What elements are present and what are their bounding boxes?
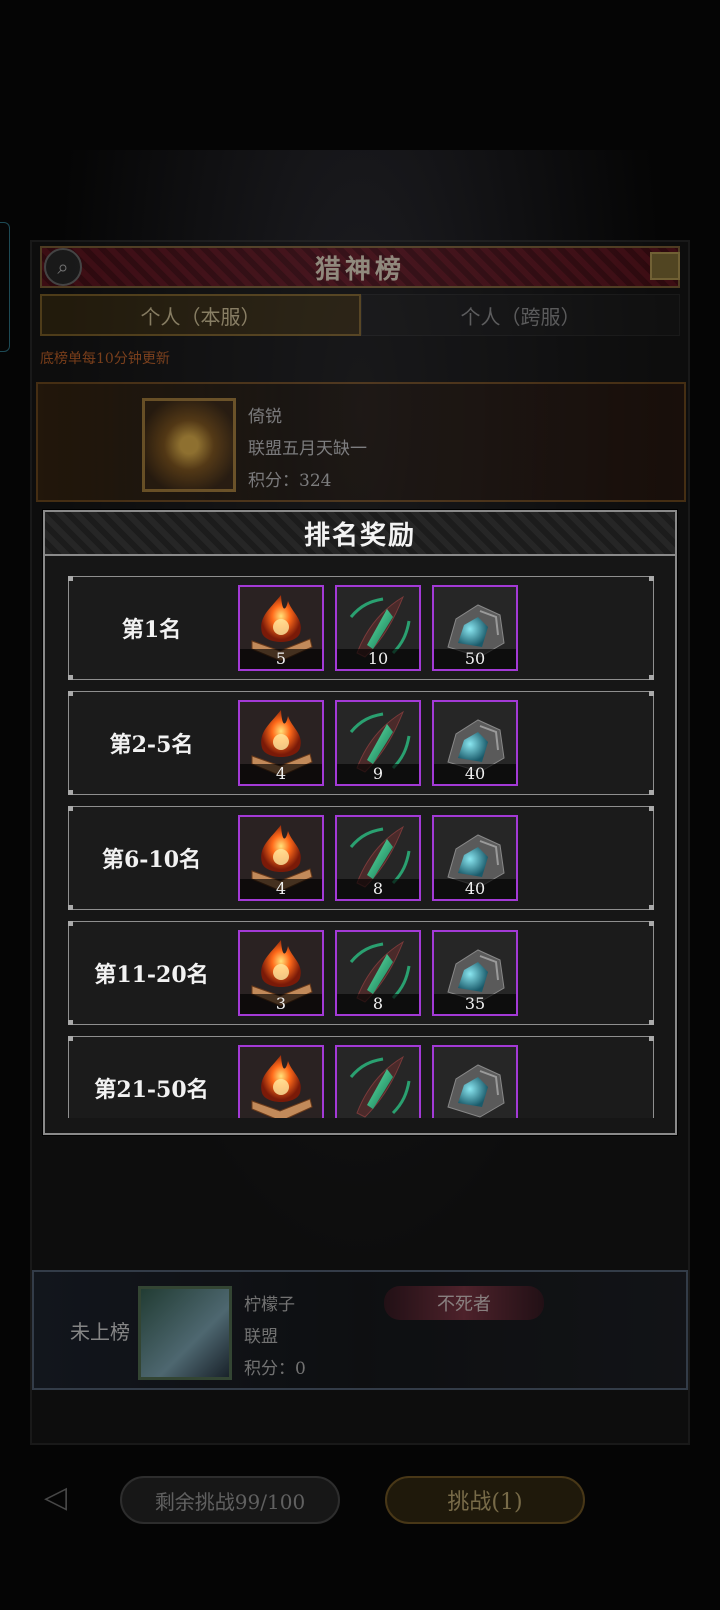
avatar bbox=[138, 1286, 232, 1380]
my-rank-entry[interactable]: 未上榜 柠檬子 联盟 积分：0 不死者 bbox=[32, 1270, 688, 1390]
row-corner-ornament bbox=[649, 1036, 654, 1041]
reward-item[interactable]: 40 bbox=[432, 700, 518, 786]
remaining-challenges-button[interactable]: 剩余挑战99/100 bbox=[120, 1476, 340, 1524]
reward-list[interactable]: 第1名 5 10 50 第2-5名 4 9 40 第6-10名 4 8 40 第11-20名 3 8 35 第2… bbox=[68, 576, 654, 1118]
ranking-reward-modal: 排名奖励 第1名 5 10 50 第2-5名 4 9 40 第6-10名 4 8 40 第11-20名 3… bbox=[43, 510, 677, 1135]
rank-label: 第1名 bbox=[121, 617, 182, 643]
item-quantity: 3 bbox=[240, 994, 322, 1014]
tab-cross-server[interactable]: 个人（跨服） bbox=[361, 294, 680, 336]
rank-label: 第6-10名 bbox=[101, 847, 202, 873]
leaderboard-top-entry[interactable]: 倚锐 联盟五月天缺一 积分：324 bbox=[36, 382, 686, 502]
entry-guild: 联盟五月天缺一 bbox=[248, 439, 367, 459]
rank-label: 第2-5名 bbox=[109, 732, 194, 758]
reward-items bbox=[238, 1045, 518, 1118]
reward-item[interactable]: 10 bbox=[335, 585, 421, 671]
side-tab-handle[interactable] bbox=[0, 222, 10, 352]
reward-items: 4 8 40 bbox=[238, 815, 518, 901]
rank-label: 第21-50名 bbox=[94, 1077, 209, 1103]
reward-item[interactable]: 4 bbox=[238, 700, 324, 786]
honor-badge: 不死者 bbox=[384, 1286, 544, 1320]
item-quantity: 35 bbox=[434, 994, 516, 1014]
close-icon[interactable] bbox=[650, 252, 680, 280]
challenge-button[interactable]: 挑战(1) bbox=[385, 1476, 585, 1524]
tab-local-server[interactable]: 个人（本服） bbox=[40, 294, 361, 336]
row-corner-ornament bbox=[649, 1020, 654, 1025]
item-quantity: 4 bbox=[240, 764, 322, 784]
item-quantity: 10 bbox=[337, 649, 419, 669]
row-corner-ornament bbox=[649, 691, 654, 696]
item-quantity: 40 bbox=[434, 879, 516, 899]
reward-row: 第21-50名 bbox=[68, 1036, 654, 1118]
leaderboard-title: 猎神榜 bbox=[40, 246, 680, 288]
reward-row: 第11-20名 3 8 35 bbox=[68, 921, 654, 1025]
reward-item[interactable]: 3 bbox=[238, 930, 324, 1016]
row-corner-ornament bbox=[649, 905, 654, 910]
back-arrow-icon[interactable]: ◁ bbox=[44, 1480, 67, 1515]
row-corner-ornament bbox=[649, 576, 654, 581]
row-corner-ornament bbox=[649, 675, 654, 680]
reward-row: 第6-10名 4 8 40 bbox=[68, 806, 654, 910]
reward-item[interactable] bbox=[432, 1045, 518, 1118]
entry-score: 积分：324 bbox=[248, 471, 332, 491]
entry-name: 倚锐 bbox=[248, 407, 282, 427]
reward-row: 第1名 5 10 50 bbox=[68, 576, 654, 680]
reward-item[interactable]: 9 bbox=[335, 700, 421, 786]
bottom-bar: ◁ 剩余挑战99/100 挑战(1) bbox=[0, 1470, 720, 1530]
candle-portrait-icon bbox=[142, 398, 236, 492]
item-quantity: 8 bbox=[337, 994, 419, 1014]
row-corner-ornament bbox=[649, 921, 654, 926]
row-corner-ornament bbox=[649, 790, 654, 795]
reward-item[interactable]: 35 bbox=[432, 930, 518, 1016]
leaderboard-tabs: 个人（本服） 个人（跨服） bbox=[40, 294, 680, 336]
my-rank-label: 未上榜 bbox=[70, 1320, 130, 1344]
reward-items: 3 8 35 bbox=[238, 930, 518, 1016]
reward-row: 第2-5名 4 9 40 bbox=[68, 691, 654, 795]
search-icon[interactable]: ⌕ bbox=[44, 248, 82, 286]
my-score: 积分：0 bbox=[244, 1359, 306, 1379]
modal-title: 排名奖励 bbox=[45, 512, 675, 556]
reward-item[interactable]: 40 bbox=[432, 815, 518, 901]
refresh-note: 底榜单每10分钟更新 bbox=[40, 351, 170, 367]
item-quantity: 5 bbox=[240, 649, 322, 669]
item-quantity: 9 bbox=[337, 764, 419, 784]
reward-item[interactable]: 8 bbox=[335, 815, 421, 901]
rank-label: 第11-20名 bbox=[94, 962, 209, 988]
row-corner-ornament bbox=[649, 806, 654, 811]
reward-item[interactable]: 8 bbox=[335, 930, 421, 1016]
reward-item[interactable] bbox=[335, 1045, 421, 1118]
item-quantity: 8 bbox=[337, 879, 419, 899]
reward-items: 5 10 50 bbox=[238, 585, 518, 671]
item-quantity: 50 bbox=[434, 649, 516, 669]
reward-item[interactable] bbox=[238, 1045, 324, 1118]
reward-item[interactable]: 50 bbox=[432, 585, 518, 671]
reward-items: 4 9 40 bbox=[238, 700, 518, 786]
reward-item[interactable]: 4 bbox=[238, 815, 324, 901]
my-name: 柠檬子 bbox=[244, 1295, 295, 1315]
my-guild: 联盟 bbox=[244, 1327, 278, 1347]
item-quantity: 40 bbox=[434, 764, 516, 784]
reward-item[interactable]: 5 bbox=[238, 585, 324, 671]
item-quantity: 4 bbox=[240, 879, 322, 899]
